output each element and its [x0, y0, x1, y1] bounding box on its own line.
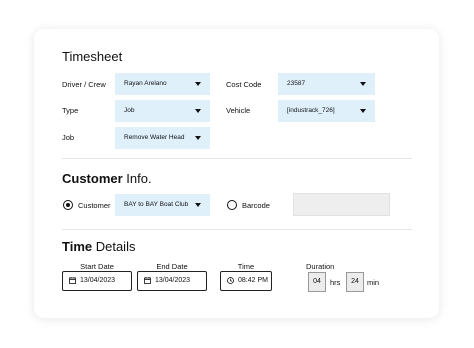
- customer-select[interactable]: BAY to BAY Boat Club: [115, 194, 210, 216]
- chevron-down-icon: [195, 109, 201, 113]
- duration-label: Duration: [306, 262, 335, 271]
- customer-value: BAY to BAY Boat Club: [124, 201, 189, 208]
- calendar-icon: [69, 277, 76, 284]
- time-field[interactable]: 08:42 PM: [220, 271, 272, 291]
- driver-label: Driver / Crew: [62, 80, 106, 89]
- hours-unit: hrs: [330, 278, 341, 287]
- chevron-down-icon: [360, 109, 366, 113]
- cost-code-select[interactable]: 23587: [278, 73, 375, 95]
- cost-code-value: 23587: [287, 80, 306, 87]
- time-details-title: Time Details: [62, 239, 136, 254]
- chevron-down-icon: [195, 203, 201, 207]
- job-label: Job: [62, 133, 75, 142]
- vehicle-select[interactable]: [industrack_726]: [278, 100, 375, 122]
- job-select[interactable]: Remove Water Head: [115, 127, 210, 149]
- cost-code-label: Cost Code: [226, 80, 262, 89]
- barcode-label: Barcode: [242, 201, 270, 210]
- end-date-field[interactable]: 13/04/2023: [137, 271, 207, 291]
- type-value: Job: [124, 107, 135, 114]
- minutes-unit: min: [367, 278, 380, 287]
- section-divider: [62, 158, 412, 159]
- time-label: Time: [237, 262, 255, 271]
- chevron-down-icon: [360, 82, 366, 86]
- type-select[interactable]: Job: [115, 100, 210, 122]
- section-divider: [62, 229, 412, 230]
- clock-icon: [227, 277, 234, 284]
- customer-info-title: Customer Info.: [62, 171, 152, 186]
- end-date-value: 13/04/2023: [155, 277, 191, 284]
- start-date-label: Start Date: [80, 262, 114, 271]
- time-value: 08:42 PM: [238, 277, 268, 284]
- end-date-label: End Date: [156, 262, 188, 271]
- calendar-icon: [144, 277, 151, 284]
- start-date-value: 13/04/2023: [80, 277, 116, 284]
- driver-select[interactable]: Rayan Arelano: [115, 73, 210, 95]
- job-value: Remove Water Head: [124, 134, 185, 141]
- vehicle-value: [industrack_726]: [287, 107, 335, 114]
- chevron-down-icon: [195, 136, 201, 140]
- chevron-down-icon: [195, 82, 201, 86]
- type-label: Type: [62, 106, 79, 115]
- customer-radio[interactable]: [63, 200, 73, 210]
- driver-value: Rayan Arelano: [124, 80, 167, 87]
- customer-label: Customer: [78, 201, 111, 210]
- duration-hours-input[interactable]: 04: [308, 272, 326, 292]
- vehicle-label: Vehicle: [226, 106, 251, 115]
- barcode-radio[interactable]: [227, 200, 237, 210]
- duration-minutes-input[interactable]: 24: [346, 272, 364, 292]
- start-date-field[interactable]: 13/04/2023: [62, 271, 132, 291]
- timesheet-title: Timesheet: [62, 49, 123, 64]
- timesheet-card: Timesheet Driver / Crew Rayan Arelano Ty…: [34, 29, 439, 318]
- barcode-input[interactable]: [293, 193, 390, 216]
